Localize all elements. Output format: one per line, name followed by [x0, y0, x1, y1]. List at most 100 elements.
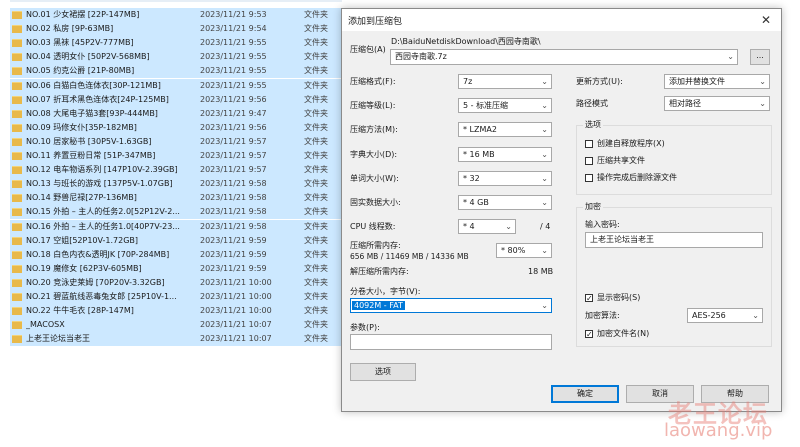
- file-name: NO.02 私房 [9P-63MB]: [26, 24, 114, 34]
- folder-icon: [12, 109, 22, 118]
- ok-button[interactable]: 确定: [551, 385, 619, 403]
- split-combo[interactable]: 4092M - FAT ⌄: [350, 298, 552, 313]
- file-name: NO.09 玛修女仆[35P-182MB]: [26, 122, 137, 132]
- word-select[interactable]: * 32 ⌄: [458, 171, 552, 186]
- file-type: 文件夹: [304, 334, 328, 344]
- mem-comp-label: 压缩所需内存:: [350, 241, 401, 250]
- file-type: 文件夹: [304, 52, 328, 62]
- solid-select[interactable]: * 4 GB ⌄: [458, 195, 552, 210]
- file-name: NO.12 电车物语系列 [147P10V-2.39GB]: [26, 165, 178, 175]
- file-row[interactable]: NO.18 白色内衣&透明JK [70P-284MB] 2023/11/21 9:…: [10, 247, 342, 262]
- close-icon[interactable]: ✕: [757, 12, 775, 28]
- encryption-group: 加密 输入密码: 上老王论坛当老王 ✓ 显示密码(S) 加密算法: AES-25…: [576, 202, 772, 347]
- file-type: 文件夹: [304, 66, 328, 76]
- file-row[interactable]: NO.04 透明女仆 [50P2V-568MB] 2023/11/21 9:55 文…: [10, 50, 342, 65]
- archive-name-combo[interactable]: 西园寺南歌.7z ⌄: [390, 49, 738, 65]
- file-row[interactable]: NO.14 野兽尼禄[27P-136MB] 2023/11/21 9:58 文件夹: [10, 191, 342, 206]
- file-name: NO.15 外拍 – 主人的任务2.0[52P12V-2...: [26, 207, 180, 217]
- folder-icon: [12, 137, 22, 146]
- file-date: 2023/11/21 9:57: [200, 151, 267, 160]
- file-row[interactable]: NO.22 牛牛毛衣 [28P-147M] 2023/11/21 10:00 文件夹: [10, 304, 342, 319]
- options-group: 选项 创建自释放程序(X) 压缩共享文件 操作完成后删除源文件: [576, 120, 772, 195]
- file-row[interactable]: NO.07 折耳术黑色连体衣[24P-125MB] 2023/11/21 9:56…: [10, 92, 342, 107]
- delete-checkbox[interactable]: [585, 174, 593, 182]
- path-label: 路径模式: [576, 99, 608, 108]
- file-name: NO.06 白猫白色连体衣[30P-121MB]: [26, 80, 161, 90]
- file-row[interactable]: NO.06 白猫白色连体衣[30P-121MB] 2023/11/21 9:55 文…: [10, 78, 342, 93]
- file-date: 2023/11/21 9:55: [200, 80, 267, 90]
- dict-select[interactable]: * 16 MB ⌄: [458, 147, 552, 162]
- sfx-label: 创建自释放程序(X): [597, 139, 665, 148]
- file-row[interactable]: NO.09 玛修女仆[35P-182MB] 2023/11/21 9:56 文件夹: [10, 120, 342, 135]
- options-group-title: 选项: [583, 120, 603, 130]
- file-row[interactable]: NO.10 居家秘书 [30P5V-1.63GB] 2023/11/21 9:57…: [10, 134, 342, 149]
- path-select[interactable]: 相对路径 ⌄: [664, 96, 770, 111]
- options-button[interactable]: 选项: [350, 363, 416, 381]
- encrypt-names-checkbox[interactable]: ✓: [585, 330, 593, 339]
- file-row[interactable]: NO.15 外拍 – 主人的任务2.0[52P12V-2... 2023/11/2…: [10, 205, 342, 220]
- chevron-down-icon: ⌄: [759, 99, 766, 108]
- file-date: 2023/11/21 9:56: [200, 122, 267, 132]
- folder-icon: [12, 67, 22, 76]
- file-row[interactable]: _MACOSX 2023/11/21 10:07 文件夹: [10, 318, 342, 333]
- sfx-checkbox[interactable]: [585, 140, 593, 148]
- file-type: 文件夹: [304, 136, 328, 146]
- file-type: 文件夹: [304, 122, 328, 132]
- file-row[interactable]: NO.16 外拍 – 主人的任务1.0[40P7V-23... 2023/11/2…: [10, 219, 342, 234]
- file-name: NO.05 约克公爵 [21P-80MB]: [26, 66, 135, 76]
- folder-icon: [12, 194, 22, 203]
- shared-checkbox[interactable]: [585, 157, 593, 165]
- file-name: NO.11 养置豆粉日常 [51P-347MB]: [26, 151, 156, 160]
- file-row[interactable]: 上老王论坛当老王 2023/11/21 10:07 文件夹: [10, 332, 342, 347]
- show-password-checkbox[interactable]: ✓: [585, 294, 593, 303]
- dialog-titlebar[interactable]: 添加到压缩包 ✕: [342, 9, 781, 31]
- level-select[interactable]: 5 - 标准压缩 ⌄: [458, 98, 552, 113]
- file-date: 2023/11/21 9:58: [200, 221, 267, 231]
- threads-select[interactable]: * 4 ⌄: [458, 219, 516, 234]
- file-row[interactable]: NO.19 魔修女 [62P3V-605MB] 2023/11/21 9:59 文件…: [10, 261, 342, 276]
- enc-method-select[interactable]: AES-256 ⌄: [687, 308, 763, 323]
- file-date: 2023/11/21 9:55: [200, 52, 267, 62]
- mem-percent-select[interactable]: * 80% ⌄: [496, 243, 552, 258]
- file-name: NO.01 少女裙摆 [22P-147MB]: [26, 10, 140, 19]
- path-value: 相对路径: [669, 99, 701, 108]
- update-select[interactable]: 添加并替换文件 ⌄: [664, 74, 770, 89]
- password-input[interactable]: 上老王论坛当老王: [585, 232, 763, 248]
- browse-button[interactable]: ...: [750, 49, 770, 65]
- folder-icon: [12, 307, 22, 316]
- file-row[interactable]: NO.17 空姐[52P10V-1.72GB] 2023/11/21 9:59 文件…: [10, 233, 342, 248]
- folder-icon: [12, 321, 22, 330]
- delete-label: 操作完成后删除源文件: [597, 173, 677, 182]
- file-type: 文件夹: [304, 221, 328, 231]
- list-header-edge: [10, 0, 342, 2]
- chevron-down-icon: ⌄: [541, 101, 548, 110]
- file-type: 文件夹: [304, 292, 328, 301]
- file-row[interactable]: NO.05 约克公爵 [21P-80MB] 2023/11/21 9:55 文件夹: [10, 64, 342, 79]
- file-date: 2023/11/21 9:58: [200, 179, 267, 189]
- file-row[interactable]: NO.08 大尾电子猫3套[93P-444MB] 2023/11/21 9:47 文…: [10, 106, 342, 121]
- folder-icon: [12, 81, 22, 90]
- file-name: _MACOSX: [26, 320, 65, 330]
- file-row[interactable]: NO.01 少女裙摆 [22P-147MB] 2023/11/21 9:53 文件夹: [10, 8, 342, 22]
- file-row[interactable]: NO.02 私房 [9P-63MB] 2023/11/21 9:54 文件夹: [10, 22, 342, 37]
- file-name: NO.08 大尾电子猫3套[93P-444MB]: [26, 108, 158, 118]
- file-date: 2023/11/21 10:00: [200, 292, 272, 301]
- file-row[interactable]: NO.13 与班长的游戏 [137P5V-1.07GB] 2023/11/21 9…: [10, 177, 342, 192]
- file-row[interactable]: NO.11 养置豆粉日常 [51P-347MB] 2023/11/21 9:57 文…: [10, 149, 342, 163]
- file-row[interactable]: NO.12 电车物语系列 [147P10V-2.39GB] 2023/11/21 …: [10, 163, 342, 178]
- folder-icon: [12, 293, 22, 301]
- split-label: 分卷大小，字节(V):: [350, 287, 421, 296]
- params-input[interactable]: [350, 334, 552, 350]
- file-row[interactable]: NO.21 碧蓝航线恶毒兔女郎 [25P10V-1... 2023/11/21 1…: [10, 290, 342, 304]
- folder-icon: [12, 166, 22, 175]
- file-type: 文件夹: [304, 38, 328, 48]
- archive-name-value: 西园寺南歌.7z: [395, 52, 447, 61]
- file-row[interactable]: NO.20 竞泳史莱姆 [70P20V-3.32GB] 2023/11/21 10…: [10, 275, 342, 290]
- format-select[interactable]: 7z ⌄: [458, 74, 552, 89]
- mem-decomp-value: 18 MB: [528, 267, 554, 276]
- method-select[interactable]: * LZMA2 ⌄: [458, 122, 552, 137]
- folder-icon: [12, 236, 22, 245]
- format-value: 7z: [463, 77, 473, 86]
- file-name: NO.03 黑袜 [45P2V-777MB]: [26, 38, 134, 48]
- file-row[interactable]: NO.03 黑袜 [45P2V-777MB] 2023/11/21 9:55 文件夹: [10, 36, 342, 51]
